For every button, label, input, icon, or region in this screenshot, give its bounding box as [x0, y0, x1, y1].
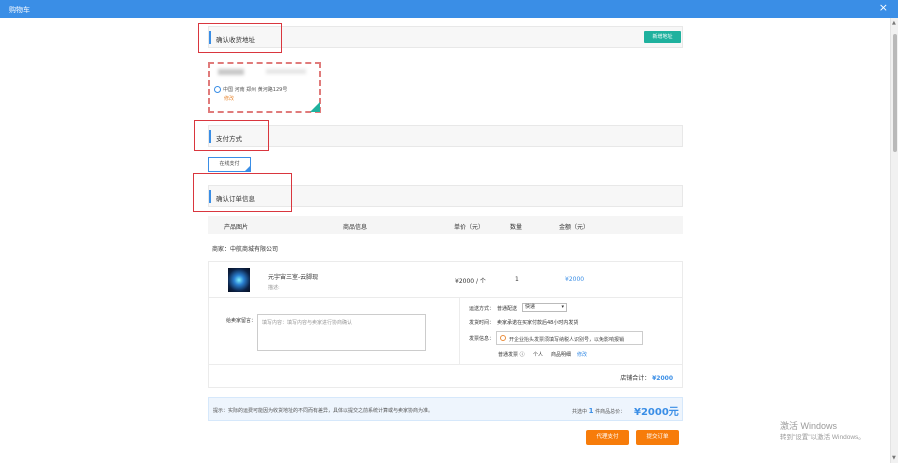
grand-total: ¥2000元: [634, 407, 679, 418]
submit-order-button[interactable]: 提交订单: [636, 430, 679, 445]
shipping-tip: 提示：实际的运费可能因为收货地址的不同而有差异，具体以提交之前系统计算或与卖家协…: [213, 408, 434, 414]
product-name[interactable]: 元宇宙三室-云脚现: [268, 272, 318, 281]
selected-count: 共选中 1 件商品总价：: [572, 407, 625, 415]
shop-total-label: 店铺合计：: [620, 375, 651, 382]
invoice-person: 个人: [533, 352, 544, 358]
ship-time-label: 发货时间：: [469, 320, 495, 326]
selected-check-icon: [244, 165, 251, 172]
order-options: 给卖家留言： 填写内容：填写内容与卖家进行协商确认 运送方式： 普通配送 快递 …: [208, 298, 683, 388]
quantity: 1: [515, 276, 519, 283]
col-header-info: 商品信息: [343, 224, 368, 231]
count-suffix: 件商品总价：: [595, 409, 626, 415]
unit-price: ¥2000 / 个: [455, 278, 486, 285]
info-icon: [500, 335, 506, 341]
ship-time-value: 卖家承诺在买家付款后48小时内发货: [497, 320, 579, 326]
invoice-type: 普通发票 ⓘ: [498, 352, 525, 358]
close-icon[interactable]: ×: [879, 2, 888, 14]
invoice-label: 发票信息：: [469, 336, 495, 342]
col-header-price: 单价（元）: [454, 224, 485, 231]
order-item-row: 元宇宙三室-云脚现 描述: ¥2000 / 个 1 ¥2000: [208, 261, 683, 298]
address-card[interactable]: 中国 河南 郑州 黄河路129号 修改: [208, 62, 321, 113]
shipping-label: 运送方式：: [469, 306, 495, 312]
scrollbar-thumb[interactable]: [893, 34, 897, 152]
item-amount: ¥2000: [565, 276, 585, 283]
shop-total-value: ¥2000: [652, 375, 673, 382]
selected-check-icon: [310, 102, 320, 112]
order-table-header: 产品图片 商品信息 单价（元） 数量 金额（元）: [208, 216, 683, 234]
message-textarea[interactable]: 填写内容：填写内容与卖家进行协商确认: [257, 314, 426, 351]
invoice-note: 开企业抬头发票须填写纳税人识别号，以免影响报销: [509, 337, 625, 343]
invoice-note-box: 开企业抬头发票须填写纳税人识别号，以免影响报销: [496, 331, 643, 345]
online-payment-label: 在线支付: [219, 161, 240, 167]
proxy-pay-button[interactable]: 代理支付: [586, 430, 629, 445]
window-title: 购物车: [9, 6, 30, 14]
redacted-phone: [266, 69, 306, 74]
count-value: 1: [588, 407, 594, 415]
scroll-down-icon[interactable]: ▼: [892, 455, 896, 461]
order-summary-bar: 提示：实际的运费可能因为收货地址的不同而有差异，具体以提交之前系统计算或与卖家协…: [208, 397, 683, 421]
message-placeholder: 填写内容：填写内容与卖家进行协商确认: [262, 320, 353, 326]
redacted-name: [218, 69, 244, 75]
message-label: 给卖家留言：: [226, 318, 257, 324]
invoice-edit-link[interactable]: 修改: [577, 351, 587, 358]
divider: [209, 364, 682, 365]
shipping-value: 普通配送: [497, 306, 518, 312]
highlight-box-address: [198, 23, 282, 53]
address-edit-link[interactable]: 修改: [224, 95, 234, 102]
payment-section-header: 支付方式: [208, 125, 683, 147]
windows-watermark-hint: 转到"设置"以激活 Windows。: [780, 434, 865, 441]
address-line: 中国 河南 郑州 黄河路129号: [223, 87, 288, 93]
shop-total: 店铺合计： ¥2000: [620, 373, 673, 382]
col-header-amount: 金额（元）: [559, 224, 590, 231]
product-desc: 描述:: [268, 285, 280, 291]
location-pin-icon: [214, 86, 221, 93]
divider: [459, 298, 460, 364]
shipping-select-value: 快递: [525, 304, 536, 310]
col-header-qty: 数量: [510, 224, 523, 231]
shipping-select[interactable]: 快递 ▾: [522, 303, 567, 312]
online-payment-option[interactable]: 在线支付: [208, 157, 251, 172]
invoice-detail: 商品明细: [551, 352, 572, 358]
highlight-box-payment: [194, 120, 269, 151]
count-prefix: 共选中: [572, 409, 588, 415]
chevron-down-icon: ▾: [561, 304, 564, 310]
new-address-button[interactable]: 新增地址: [644, 31, 681, 43]
highlight-box-order: [193, 173, 292, 212]
shop-name: 商家：中航商城有限公司: [212, 246, 279, 253]
scroll-up-icon[interactable]: ▲: [892, 20, 896, 26]
vertical-scrollbar[interactable]: ▲ ▼: [890, 18, 898, 463]
col-header-image: 产品图片: [224, 224, 249, 231]
window-titlebar: 购物车 ×: [0, 0, 898, 18]
product-image[interactable]: [228, 268, 250, 292]
